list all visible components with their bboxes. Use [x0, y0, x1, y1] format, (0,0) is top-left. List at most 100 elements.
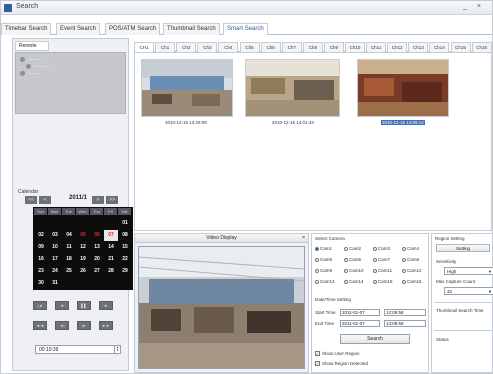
calendar-day[interactable]: 12: [76, 242, 90, 253]
thumbnail-1[interactable]: [141, 59, 233, 117]
calendar-day[interactable]: 15: [118, 242, 132, 253]
start-time-input[interactable]: 12:09:58: [384, 309, 426, 316]
calendar-day[interactable]: 29: [118, 266, 132, 277]
tab-channel-5[interactable]: Ch4: [218, 42, 239, 52]
camera-radio-2[interactable]: Cam2: [344, 246, 361, 251]
playback-next-frame-button[interactable]: |►: [77, 321, 91, 330]
sensitivity-select[interactable]: High ▼: [444, 267, 493, 275]
tab-channel-13[interactable]: Ch12: [387, 42, 408, 52]
tree-item[interactable]: ───: [20, 71, 38, 77]
tab-channel-1[interactable]: CH1: [134, 42, 155, 52]
device-tree[interactable]: ──── ───── ───: [15, 52, 126, 114]
camera-radio-9[interactable]: Cam9: [315, 268, 332, 273]
calendar-day[interactable]: 06: [90, 230, 104, 241]
tree-item[interactable]: ─────: [26, 64, 51, 70]
thumbnail-3[interactable]: [357, 59, 449, 117]
region-setting-button[interactable]: Setting: [436, 244, 490, 252]
calendar-next-year-button[interactable]: >>: [106, 196, 118, 204]
playback-play-button[interactable]: ►: [99, 301, 113, 310]
calendar-day[interactable]: 26: [76, 266, 90, 277]
camera-radio-7[interactable]: Cam7: [373, 257, 390, 262]
time-spinner[interactable]: ▲ ▼: [114, 346, 120, 353]
tab-channel-12[interactable]: Ch11: [366, 42, 387, 52]
playback-rewind-button[interactable]: ◄◄: [33, 321, 47, 330]
playback-prev-frame-button[interactable]: ◄|: [55, 321, 69, 330]
tab-channel-4[interactable]: Ch3: [197, 42, 218, 52]
tab-channel-7[interactable]: Ch6: [260, 42, 281, 52]
tab-channel-3[interactable]: Ch2: [176, 42, 197, 52]
camera-radio-16[interactable]: Cam16: [402, 279, 422, 284]
calendar-day[interactable]: 01: [118, 218, 132, 229]
video-display-close-icon[interactable]: ×: [302, 234, 305, 243]
tab-channel-14[interactable]: Ch13: [408, 42, 429, 52]
calendar-day[interactable]: 04: [62, 230, 76, 241]
close-button[interactable]: ×: [477, 3, 481, 10]
calendar-day[interactable]: 09: [34, 242, 48, 253]
time-input[interactable]: 00:10:39 ▲ ▼: [35, 345, 121, 354]
tab-channel-15[interactable]: Ch14: [429, 42, 450, 52]
end-time-input[interactable]: 13:09:58: [384, 320, 426, 327]
camera-radio-13[interactable]: Cam13: [315, 279, 335, 284]
calendar-day[interactable]: 16: [34, 254, 48, 265]
show-region-detected-checkbox[interactable]: ✓ Show Region Detected: [315, 361, 368, 366]
tab-channel-6[interactable]: Ch5: [239, 42, 260, 52]
tab-event-search[interactable]: Event Search: [56, 23, 101, 35]
camera-radio-15[interactable]: Cam15: [373, 279, 393, 284]
calendar-day[interactable]: 21: [104, 254, 118, 265]
tab-thumbnail-search[interactable]: Thumbnail Search: [163, 23, 220, 35]
calendar-day[interactable]: 03: [48, 230, 62, 241]
calendar-day[interactable]: 02: [34, 230, 48, 241]
calendar-day[interactable]: 24: [48, 266, 62, 277]
camera-radio-4[interactable]: Cam4: [402, 246, 419, 251]
camera-radio-8[interactable]: Cam8: [402, 257, 419, 262]
tab-channel-8[interactable]: Ch7: [281, 42, 302, 52]
playback-first-button[interactable]: |◄: [33, 301, 47, 310]
end-date-picker[interactable]: 2011-01-07: [340, 320, 380, 327]
camera-radio-3[interactable]: Cam3: [373, 246, 390, 251]
playback-pause-button[interactable]: ▌▌: [77, 301, 91, 310]
tab-pos-atm-search[interactable]: POS/ATM Search: [105, 23, 161, 35]
playback-back-button[interactable]: ◄: [55, 301, 69, 310]
calendar-day[interactable]: 28: [104, 266, 118, 277]
calendar-next-month-button[interactable]: >: [92, 196, 104, 204]
tab-channel-9[interactable]: Ch8: [302, 42, 323, 52]
calendar-day[interactable]: 14: [104, 242, 118, 253]
max-capture-select[interactable]: 32 ▼: [444, 287, 493, 295]
camera-radio-11[interactable]: Cam11: [373, 268, 392, 273]
playback-fast-forward-button[interactable]: ►►: [99, 321, 113, 330]
camera-radio-10[interactable]: Cam10: [344, 268, 364, 273]
tab-remote[interactable]: Remote: [15, 41, 49, 51]
calendar-day[interactable]: 20: [90, 254, 104, 265]
minimize-button[interactable]: _: [463, 3, 467, 10]
calendar-prev-year-button[interactable]: <<: [25, 196, 37, 204]
camera-radio-12[interactable]: Cam12: [402, 268, 422, 273]
tab-channel-2[interactable]: Ch1: [155, 42, 176, 52]
calendar-day-selected[interactable]: 07: [104, 230, 118, 241]
calendar-day[interactable]: 08: [118, 230, 132, 241]
calendar-day[interactable]: 25: [62, 266, 76, 277]
calendar-day[interactable]: 31: [48, 278, 62, 289]
calendar-day[interactable]: 18: [62, 254, 76, 265]
calendar-day[interactable]: 27: [90, 266, 104, 277]
tree-item[interactable]: ────: [20, 57, 41, 63]
calendar-day[interactable]: 17: [48, 254, 62, 265]
calendar-day[interactable]: 22: [118, 254, 132, 265]
tab-timebar-search[interactable]: Timebar Search: [1, 23, 52, 35]
show-user-region-checkbox[interactable]: ✓ Show User Region: [315, 351, 360, 356]
search-button[interactable]: Search: [340, 334, 410, 344]
camera-radio-5[interactable]: Cam5: [315, 257, 332, 262]
calendar-day[interactable]: 11: [62, 242, 76, 253]
camera-radio-14[interactable]: Cam14: [344, 279, 364, 284]
camera-radio-6[interactable]: Cam6: [344, 257, 361, 262]
tab-channel-17[interactable]: Ch16: [471, 42, 492, 52]
calendar-day[interactable]: 19: [76, 254, 90, 265]
tab-channel-16[interactable]: Ch15: [450, 42, 471, 52]
tab-channel-10[interactable]: Ch9: [323, 42, 344, 52]
start-date-picker[interactable]: 2011-01-07: [340, 309, 380, 316]
tab-smart-search[interactable]: Smart Search: [223, 23, 268, 35]
calendar-prev-month-button[interactable]: <: [39, 196, 51, 204]
thumbnail-2[interactable]: [245, 59, 340, 117]
video-frame[interactable]: [138, 246, 305, 369]
calendar-day[interactable]: 10: [48, 242, 62, 253]
calendar-day[interactable]: 30: [34, 278, 48, 289]
